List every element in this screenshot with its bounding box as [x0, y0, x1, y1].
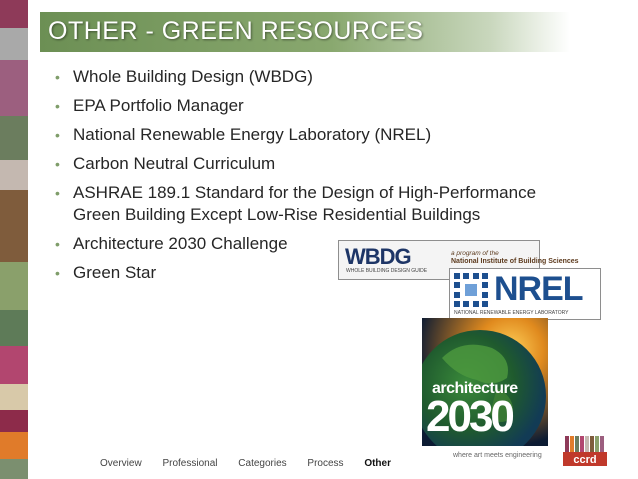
strip-block [0, 160, 28, 190]
bullet-item: • EPA Portfolio Manager [53, 95, 593, 117]
bullet-icon: • [55, 127, 60, 143]
bullet-text: ASHRAE 189.1 Standard for the Design of … [73, 183, 537, 202]
bullet-text: EPA Portfolio Manager [73, 96, 244, 115]
footer-nav-categories[interactable]: Categories [238, 458, 286, 469]
left-color-strip [0, 0, 28, 479]
strip-block [0, 384, 28, 410]
wbdg-institute-text: National Institute of Building Sciences [451, 258, 579, 265]
bullet-item: • Whole Building Design (WBDG) [53, 66, 593, 88]
footer-nav: Overview Professional Categories Process… [100, 458, 409, 469]
tagline: where art meets engineering [453, 452, 542, 459]
bullet-icon: • [55, 98, 60, 114]
nrel-logo: NREL NATIONAL RENEWABLE ENERGY LABORATOR… [449, 268, 601, 320]
footer-nav-professional[interactable]: Professional [162, 458, 217, 469]
strip-block [0, 116, 28, 160]
bullet-text: Carbon Neutral Curriculum [73, 154, 276, 173]
bullet-icon: • [55, 156, 60, 172]
architecture-2030-logo: architecture 2030 [422, 318, 548, 446]
strip-block [0, 346, 28, 384]
ccrd-logo-text: ccrd [573, 454, 596, 466]
strip-block [0, 310, 28, 346]
nrel-logo-mark: NREL [494, 270, 584, 308]
wbdg-logo-subtitle: WHOLE BUILDING DESIGN GUIDE [346, 268, 428, 274]
bullet-text: National Renewable Energy Laboratory (NR… [73, 125, 432, 144]
strip-block [0, 190, 28, 262]
strip-block [0, 28, 28, 60]
wbdg-logo-mark: WBDG [345, 244, 412, 269]
bullet-icon: • [55, 69, 60, 85]
footer-nav-other[interactable]: Other [364, 458, 391, 469]
bullet-icon: • [55, 185, 60, 201]
bullet-icon: • [55, 236, 60, 252]
slide-title: OTHER - GREEN RESOURCES [48, 17, 424, 45]
footer-nav-process[interactable]: Process [307, 458, 343, 469]
year-2030: 2030 [426, 392, 515, 441]
strip-block [0, 459, 28, 479]
nrel-grid-icon [454, 273, 488, 307]
nrel-logo-subtitle: NATIONAL RENEWABLE ENERGY LABORATORY [454, 310, 569, 316]
bullet-item: • ASHRAE 189.1 Standard for the Design of… [53, 182, 593, 226]
ccrd-logo: ccrd [563, 436, 607, 466]
wbdg-program-text: a program of the [451, 250, 499, 257]
strip-block [0, 262, 28, 310]
footer-nav-overview[interactable]: Overview [100, 458, 142, 469]
bullet-item: • National Renewable Energy Laboratory (N… [53, 124, 593, 146]
bullet-text: Whole Building Design (WBDG) [73, 67, 313, 86]
bullet-text-continuation: Green Building Except Low-Rise Residenti… [73, 205, 481, 224]
strip-block [0, 0, 28, 28]
strip-block [0, 60, 28, 116]
bullet-item: • Carbon Neutral Curriculum [53, 153, 593, 175]
bullet-text: Architecture 2030 Challenge [73, 234, 288, 253]
title-bar: OTHER - GREEN RESOURCES [40, 12, 570, 52]
bullet-icon: • [55, 265, 60, 281]
bullet-text: Green Star [73, 263, 157, 282]
strip-block [0, 410, 28, 432]
strip-block [0, 432, 28, 459]
